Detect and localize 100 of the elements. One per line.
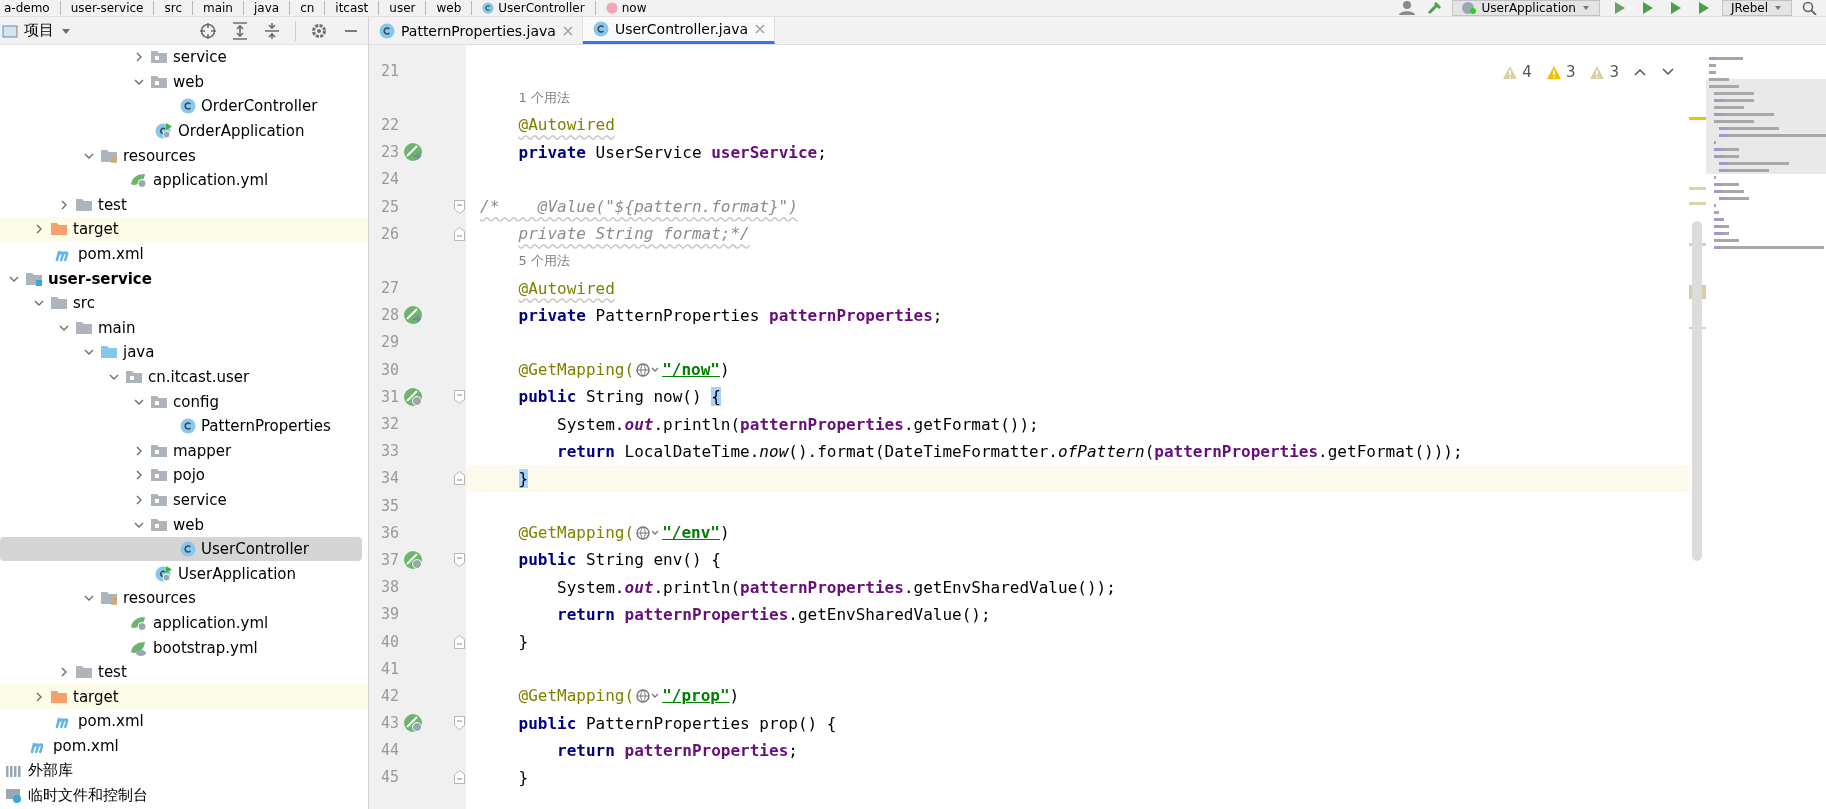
tree-item[interactable]: application.yml <box>0 167 368 193</box>
resources-folder-icon <box>100 590 118 607</box>
code-text: public String env() { <box>517 550 721 570</box>
code-text: private UserService userService; <box>517 142 827 162</box>
editor-tab[interactable]: UserController.java <box>582 17 776 44</box>
line-number: 21 <box>380 61 399 80</box>
user-icon[interactable] <box>1397 1 1416 15</box>
breadcrumb-item[interactable]: main <box>199 1 237 15</box>
breadcrumb-item[interactable]: java <box>249 1 284 15</box>
tree-item[interactable]: pom.xml <box>0 709 368 734</box>
tree-item[interactable]: target <box>0 684 368 710</box>
tree-item[interactable]: pojo <box>0 463 368 488</box>
package-folder-icon <box>150 49 168 66</box>
close-icon[interactable] <box>561 24 574 37</box>
line-number: 24 <box>380 170 399 189</box>
tree-item[interactable]: web <box>0 69 368 95</box>
code-text: return patternProperties; <box>556 740 798 760</box>
inspection-counter[interactable]: 4 <box>1502 63 1532 81</box>
usage-hint[interactable]: 5 个用法 <box>518 251 570 270</box>
line-number: 28 <box>380 306 399 325</box>
breadcrumb-item[interactable]: cn <box>296 1 319 15</box>
tree-item[interactable]: bootstrap.yml <box>0 635 368 660</box>
tree-item[interactable]: cn.itcast.user <box>0 364 368 390</box>
code-text: return LocalDateTime.now().format(DateTimeFormatter.ofPattern(patternProperties.getFormat())); <box>556 441 1463 461</box>
tree-item[interactable]: java <box>0 340 368 365</box>
tree-item[interactable]: main <box>0 315 368 341</box>
jrebel-dropdown[interactable]: JRebel <box>1721 0 1792 16</box>
tree-item[interactable]: UserApplication <box>0 561 368 587</box>
tree-item[interactable]: OrderController <box>0 94 368 119</box>
arrow-down-icon[interactable] <box>1661 66 1675 78</box>
inspection-counter[interactable]: 3 <box>1545 63 1576 81</box>
line-number: 23 <box>380 143 399 162</box>
editor-tab[interactable]: PatternProperties.java <box>369 17 583 44</box>
line-number: 41 <box>380 659 399 678</box>
code-text: return patternProperties.getEnvSharedValue(); <box>556 604 991 624</box>
line-number: 39 <box>380 605 399 624</box>
folder-icon <box>75 196 93 213</box>
tree-item[interactable]: pom.xml <box>0 733 368 759</box>
package-folder-icon <box>150 467 168 484</box>
window-icon <box>2 23 18 38</box>
code-text: "/prop") <box>662 686 740 706</box>
tree-item[interactable]: mapper <box>0 438 368 464</box>
breadcrumb-item[interactable]: now <box>601 1 651 15</box>
breadcrumb-item[interactable]: src <box>160 1 186 15</box>
locate-icon[interactable] <box>199 21 217 40</box>
code-text: "/now") <box>662 360 730 380</box>
class-icon <box>180 98 196 115</box>
arrow-up-icon[interactable] <box>1633 66 1647 78</box>
inspection-counter[interactable]: 3 <box>1589 63 1619 81</box>
collapse-all-icon[interactable] <box>263 21 281 40</box>
line-number: 43 <box>380 714 399 733</box>
hammer-icon[interactable] <box>1425 1 1442 15</box>
code-text: } <box>517 767 529 787</box>
scrollbar-thumb[interactable] <box>1692 221 1702 561</box>
bean-icon[interactable] <box>403 142 423 163</box>
tree-item[interactable]: service <box>0 45 368 70</box>
tree-item[interactable]: PatternProperties <box>0 413 368 439</box>
tree-item[interactable]: web <box>0 512 368 537</box>
tree-item[interactable]: test <box>0 192 368 218</box>
bean-icon[interactable] <box>403 305 423 326</box>
breadcrumb-item[interactable]: itcast <box>331 1 373 15</box>
panel-title-dropdown[interactable]: 项目 <box>0 21 72 40</box>
tree-item[interactable]: test <box>0 659 368 685</box>
folder-icon <box>75 664 93 681</box>
tree-item[interactable]: target <box>0 217 368 242</box>
package-folder-icon <box>150 516 168 533</box>
tree-item[interactable]: application.yml <box>0 610 368 636</box>
tree-item[interactable]: resources <box>0 143 368 168</box>
breadcrumb-item[interactable]: user <box>385 1 420 15</box>
search-icon[interactable] <box>1802 1 1818 15</box>
breadcrumb-item[interactable]: web <box>432 1 466 15</box>
expand-all-icon[interactable] <box>231 21 249 40</box>
tree-item[interactable]: service <box>0 487 368 513</box>
endpoint-icon[interactable] <box>403 386 423 407</box>
endpoint-icon[interactable] <box>403 549 423 570</box>
tree-item[interactable]: user-service <box>0 266 368 291</box>
run-configuration-dropdown[interactable]: UserApplication <box>1451 0 1600 16</box>
breadcrumb-item[interactable]: user-service <box>66 1 148 15</box>
class-icon <box>482 2 495 14</box>
tree-item[interactable]: 外部库 <box>0 758 368 783</box>
tree-item[interactable]: 临时文件和控制台 <box>0 782 368 808</box>
settings-icon[interactable] <box>310 21 328 40</box>
line-number: 22 <box>380 115 399 134</box>
folder-icon <box>100 344 118 361</box>
tree-item[interactable]: resources <box>0 586 368 611</box>
tree-item[interactable]: pom.xml <box>0 241 368 267</box>
tree-item[interactable]: UserController <box>0 536 362 562</box>
breadcrumb-item[interactable]: UserController <box>478 1 589 15</box>
class-icon <box>180 418 196 435</box>
tree-item[interactable]: OrderApplication <box>0 118 368 144</box>
tree-item[interactable]: src <box>0 290 368 316</box>
folder-icon <box>75 319 93 336</box>
code-text: @GetMapping( <box>517 523 635 543</box>
line-number: 40 <box>380 632 399 651</box>
tree-item[interactable]: config <box>0 389 368 414</box>
endpoint-icon[interactable] <box>403 713 423 734</box>
breadcrumb-item[interactable]: a-demo <box>0 1 54 15</box>
usage-hint[interactable]: 1 个用法 <box>518 88 570 107</box>
spring-config-icon <box>130 172 148 189</box>
close-icon[interactable] <box>754 23 767 35</box>
